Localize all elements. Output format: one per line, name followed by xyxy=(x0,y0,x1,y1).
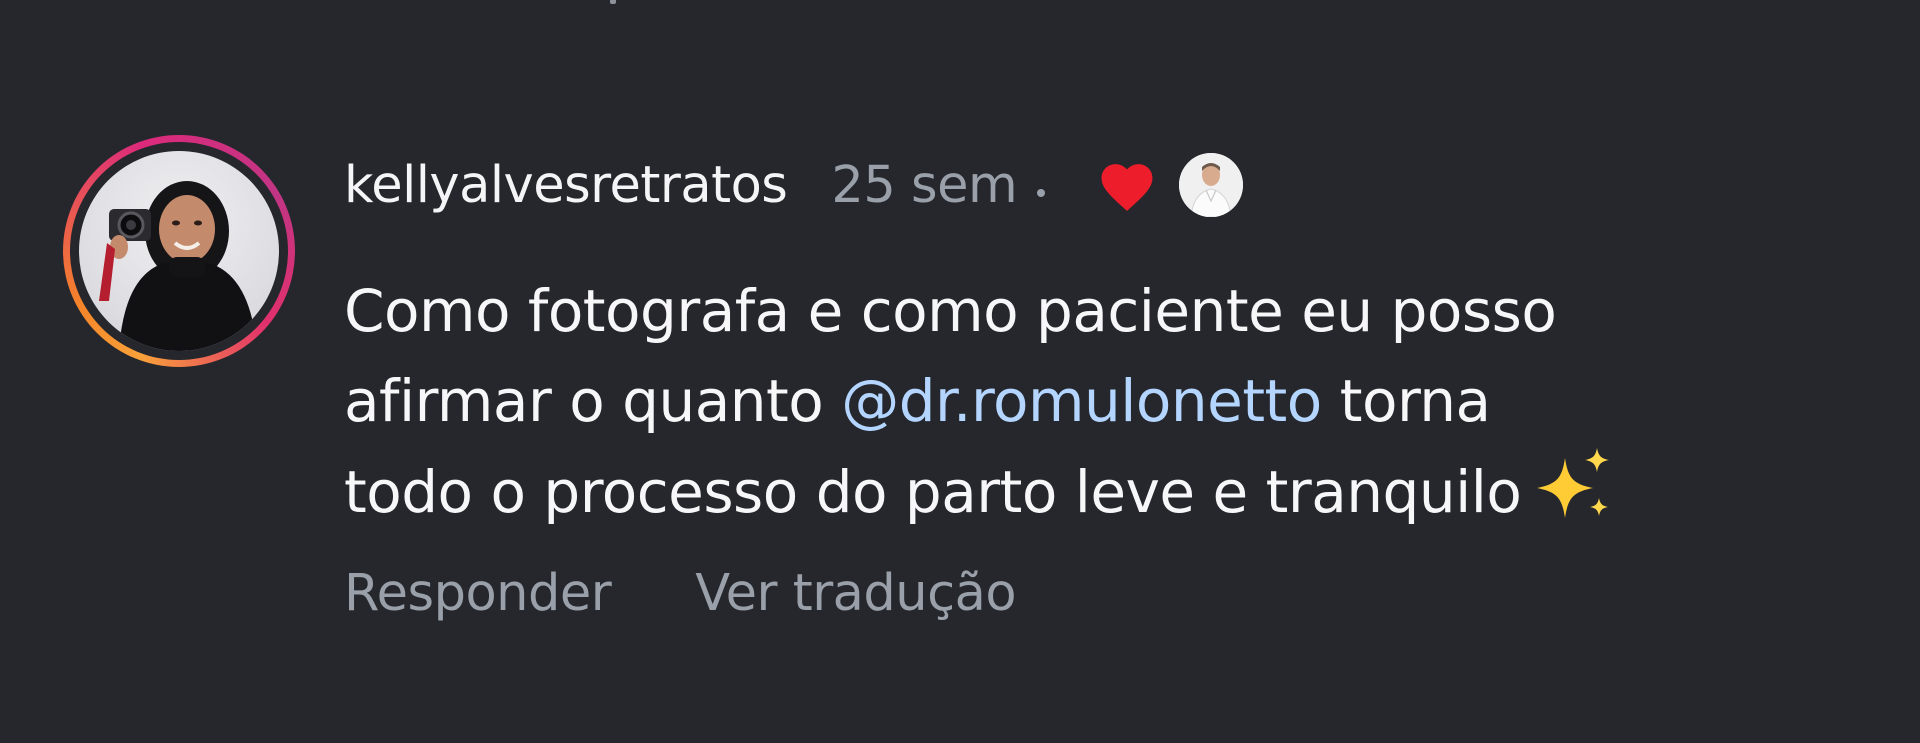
avatar-photo xyxy=(99,181,257,351)
avatar-ring-gap xyxy=(70,142,288,360)
comment-actions: Responder Ver tradução xyxy=(344,564,1017,623)
mention-link[interactable]: @dr.romulonetto xyxy=(841,367,1322,435)
creator-liked-avatar xyxy=(1179,153,1244,217)
heart-icon xyxy=(1095,156,1159,214)
sparkles-icon xyxy=(1531,446,1617,551)
comment-text-line-3: todo o processo do parto leve e tranquil… xyxy=(344,446,1904,551)
see-translation-button[interactable]: Ver tradução xyxy=(695,564,1016,623)
comment-text-line-1: Como fotografa e como paciente eu posso xyxy=(344,277,1557,345)
reply-button[interactable]: Responder xyxy=(344,564,612,623)
separator-dot xyxy=(1037,189,1046,197)
timestamp: 25 sem xyxy=(831,155,1018,215)
comment-text-line-2: afirmar o quanto @dr.romulonetto torna xyxy=(344,356,1904,446)
comment-header: kellyalvesretratos 25 sem xyxy=(344,150,1244,220)
username[interactable]: kellyalvesretratos xyxy=(344,156,788,215)
comment-text-fragment: afirmar o quanto xyxy=(344,367,842,435)
story-ring[interactable] xyxy=(63,135,295,367)
comment-text-fragment: todo o processo do parto leve e tranquil… xyxy=(344,458,1522,526)
comment: kellyalvesretratos 25 sem Como fotografa… xyxy=(0,0,1920,743)
comment-text: Como fotografa e como paciente eu posso … xyxy=(344,266,1904,551)
comment-text-fragment: torna xyxy=(1321,367,1491,435)
avatar[interactable] xyxy=(79,151,279,351)
